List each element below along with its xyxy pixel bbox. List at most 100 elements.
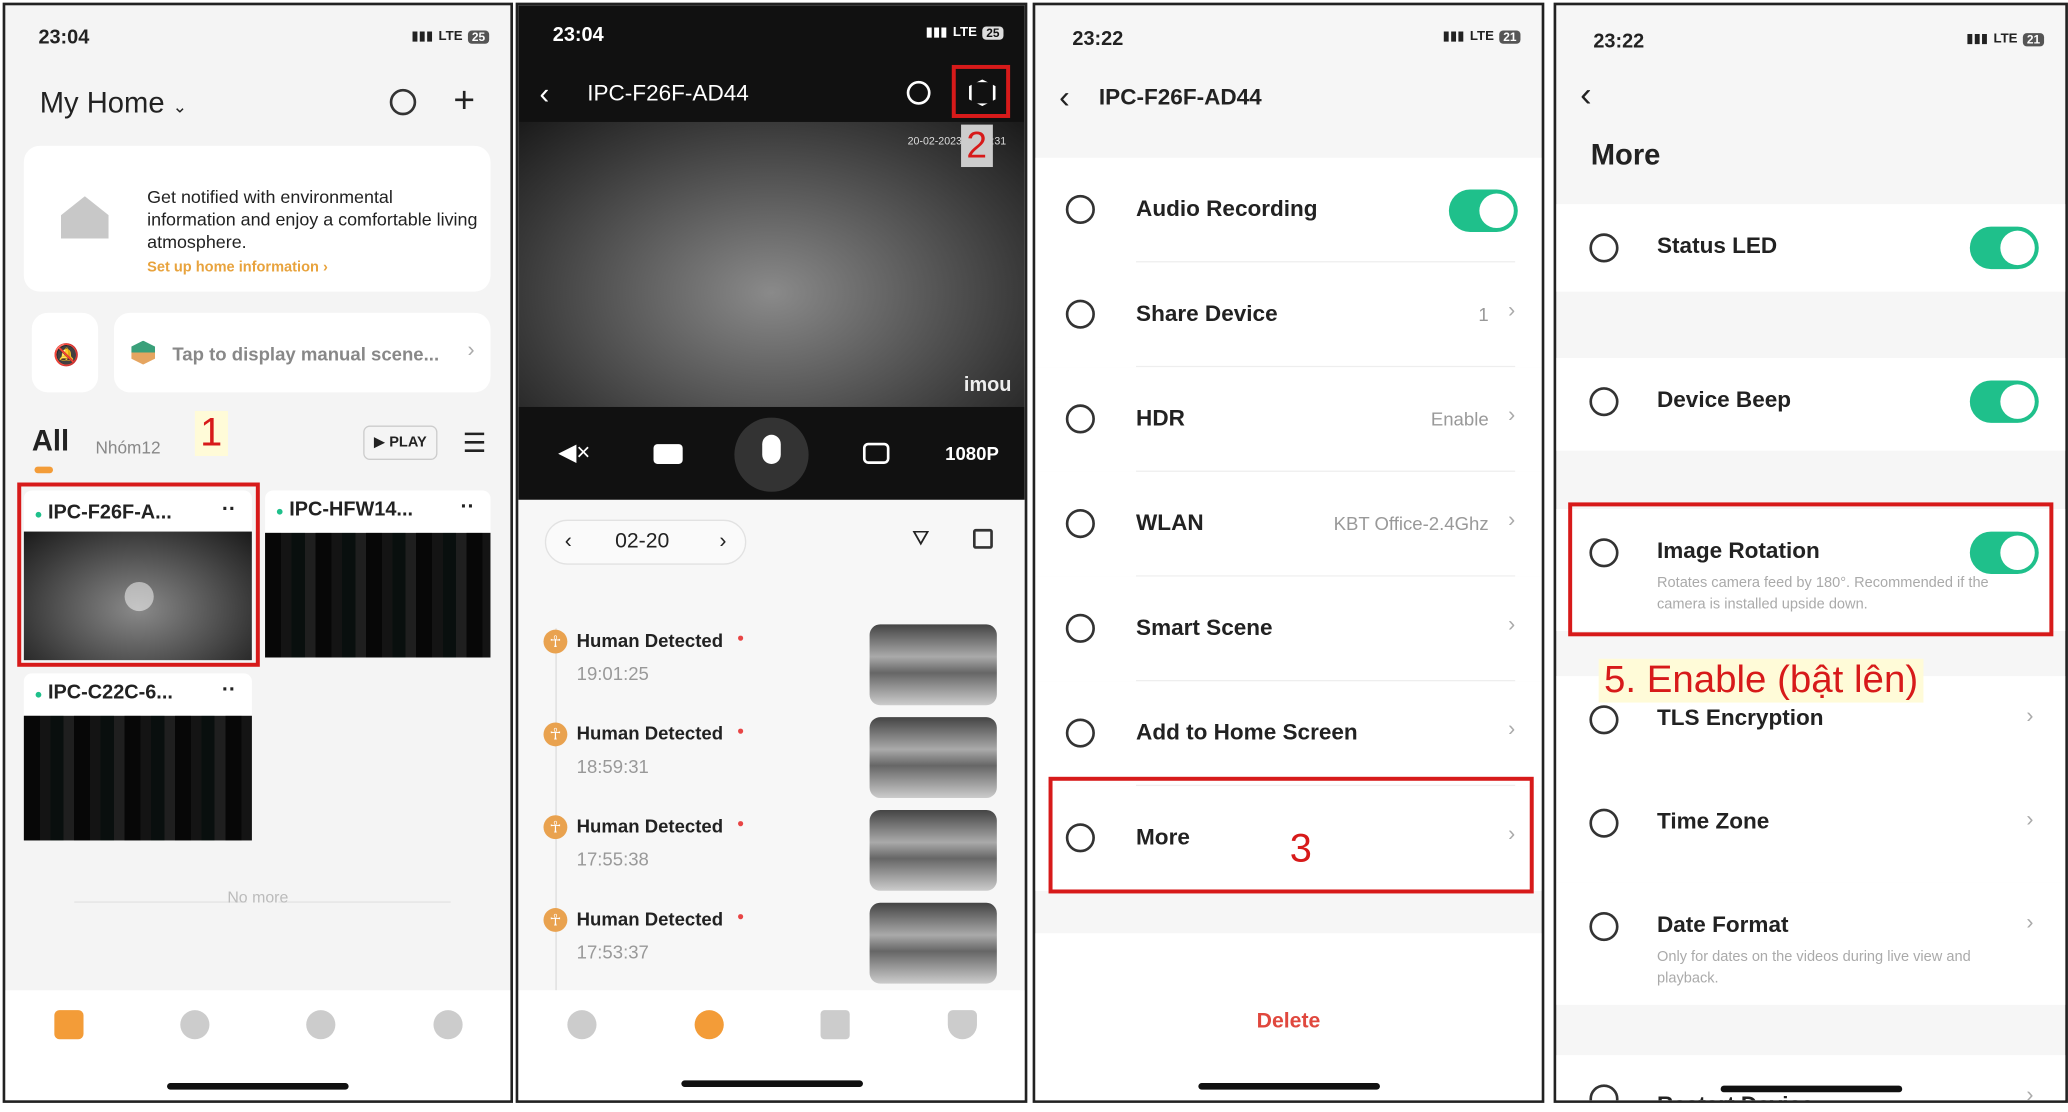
add-icon[interactable]: + (453, 80, 475, 122)
status-time: 23:04 (38, 26, 90, 50)
event-thumbnail[interactable] (869, 809, 997, 891)
home-selector[interactable]: My Home ⌄ (40, 86, 187, 120)
settings-row-4[interactable]: Smart Scene › (1035, 576, 1542, 682)
signal-icon: ▮▮▮ (411, 29, 434, 44)
next-date-icon[interactable]: › (719, 530, 726, 554)
settings-row-0[interactable]: Audio Recording (1035, 157, 1542, 263)
settings-row-2[interactable]: HDR Enable › (1035, 367, 1542, 472)
back-icon[interactable]: ‹ (1059, 80, 1070, 117)
camera-snapshot-icon[interactable] (862, 442, 890, 464)
human-icon: ☥ (543, 722, 568, 747)
live-video[interactable]: 20-02-2023 23:04:31 imou (518, 121, 1025, 407)
microphone-icon (1065, 194, 1095, 225)
record-video-icon[interactable] (653, 444, 683, 464)
signal-icon: ▮▮▮ (925, 25, 948, 40)
filter-icon[interactable]: ⛛ (912, 528, 930, 552)
settings-row-3[interactable]: WLAN KBT Office-2.4Ghz › (1035, 471, 1542, 577)
settings-row-1[interactable]: Device Beep (1556, 357, 2066, 451)
highlight-box (1568, 502, 2054, 637)
device-card[interactable]: ● IPC-C22C-6... ·· (23, 673, 252, 841)
row-label: Restart Device (1657, 1092, 1814, 1100)
settings-row-4[interactable]: Time Zone › (1556, 779, 2066, 883)
event-thumbnail[interactable] (869, 717, 997, 799)
unread-dot: ● (737, 909, 745, 923)
status-time: 23:22 (1072, 27, 1124, 51)
tab-all[interactable]: All (32, 424, 69, 458)
home-indicator (1198, 1083, 1380, 1090)
row-label: Status LED (1657, 233, 1778, 259)
playback-tab-icon[interactable] (567, 1010, 597, 1040)
status-bar: ▮▮▮ LTE 25 (926, 25, 1004, 40)
home-tab-icon[interactable] (54, 1010, 84, 1040)
more-settings-screen: 23:22 ▮▮▮ LTE 21 ‹ More Status LED Device … (1553, 2, 2068, 1103)
row-label: WLAN (1136, 510, 1204, 536)
back-icon[interactable]: ‹ (540, 77, 550, 111)
human-icon: ☥ (543, 815, 568, 840)
scene-tab-icon[interactable] (180, 1010, 210, 1040)
manual-scene-button[interactable]: Tap to display manual scene... › (114, 312, 491, 393)
chevron-right-icon: › (1508, 299, 1516, 323)
event-label: Human Detected (576, 908, 724, 930)
event-thumbnail[interactable] (869, 624, 997, 706)
settings-row-6[interactable]: Restart Device › (1556, 1055, 2066, 1101)
tab-group[interactable]: Nhóm12 (95, 437, 160, 457)
profile-tab-icon[interactable] (433, 1010, 463, 1040)
delete-button[interactable]: Delete (1035, 1010, 1541, 1034)
toggle-switch[interactable] (1448, 189, 1518, 232)
signal-icon: ▮▮▮ (1966, 31, 1989, 47)
step-annotation: 2 (961, 124, 993, 168)
signal-icon: ▮▮▮ (1442, 29, 1465, 44)
resolution-button[interactable]: 1080P (945, 443, 999, 464)
edit-icon[interactable] (972, 528, 993, 549)
mute-notifications-button[interactable]: 🔕 (31, 312, 99, 393)
toggle-switch[interactable] (1969, 226, 2039, 270)
shield-tab-icon[interactable] (947, 1010, 977, 1040)
led-icon (1589, 233, 1619, 263)
event-label: Human Detected (576, 722, 724, 744)
toggle-switch[interactable] (1969, 380, 2039, 423)
chevron-right-icon: › (467, 339, 475, 362)
home-indicator (1720, 1085, 1903, 1093)
calendar-icon (1589, 912, 1619, 942)
settings-row-0[interactable]: Status LED (1556, 204, 2066, 292)
human-icon: ☥ (543, 908, 568, 932)
scene-cube-icon (131, 340, 156, 365)
row-description: Only for dates on the videos during live… (1657, 949, 1971, 987)
chevron-right-icon: › (1508, 613, 1516, 637)
device-card[interactable]: ● IPC-HFW14... ·· (265, 490, 491, 658)
prev-date-icon[interactable]: ‹ (565, 530, 572, 554)
event-time: 19:01:25 (576, 662, 649, 685)
more-icon[interactable]: ·· (222, 679, 236, 703)
menu-icon[interactable]: ☰ (463, 427, 487, 460)
event-time: 17:53:37 (576, 941, 649, 963)
row-value: KBT Office-2.4Ghz (1333, 513, 1489, 535)
home-indicator (167, 1083, 349, 1090)
device-settings-screen: 23:22 ▮▮▮ LTE 21 ‹ IPC-F26F-AD44 Audio Rec… (1032, 2, 1545, 1103)
settings-row-5[interactable]: Date Format Only for dates on the videos … (1556, 882, 2066, 1005)
event-thumbnail[interactable] (869, 902, 997, 984)
human-icon: ☥ (543, 629, 568, 654)
battery-icon: 25 (467, 29, 490, 44)
date-picker[interactable]: ‹ 02-20 › (544, 519, 747, 565)
search-icon[interactable] (389, 88, 417, 116)
home-info-card[interactable]: Get notified with environmental informat… (23, 145, 491, 292)
more-icon[interactable]: ·· (460, 496, 474, 520)
messages-tab-icon[interactable] (306, 1010, 336, 1040)
row-label: Add to Home Screen (1136, 719, 1358, 745)
row-label: Date Format (1657, 912, 1789, 938)
house-cloud-icon (60, 196, 109, 239)
time-zone-icon (1589, 808, 1619, 838)
play-button[interactable]: ▶ PLAY (363, 425, 438, 460)
list-tab-icon[interactable] (820, 1010, 850, 1040)
setup-home-link[interactable]: Set up home information › (147, 260, 328, 276)
talk-button[interactable] (734, 417, 809, 492)
settings-row-5[interactable]: Add to Home Screen › (1035, 681, 1542, 787)
no-more-label: No more (227, 888, 289, 907)
mute-icon[interactable]: ◀× (558, 439, 590, 467)
share-icon[interactable] (906, 80, 931, 105)
settings-row-1[interactable]: Share Device 1 › (1035, 262, 1542, 368)
back-icon[interactable]: ‹ (1580, 74, 1591, 115)
messages-tab-icon[interactable] (694, 1010, 724, 1040)
page-title: More (1590, 137, 1661, 172)
row-label: Audio Recording (1136, 196, 1318, 222)
